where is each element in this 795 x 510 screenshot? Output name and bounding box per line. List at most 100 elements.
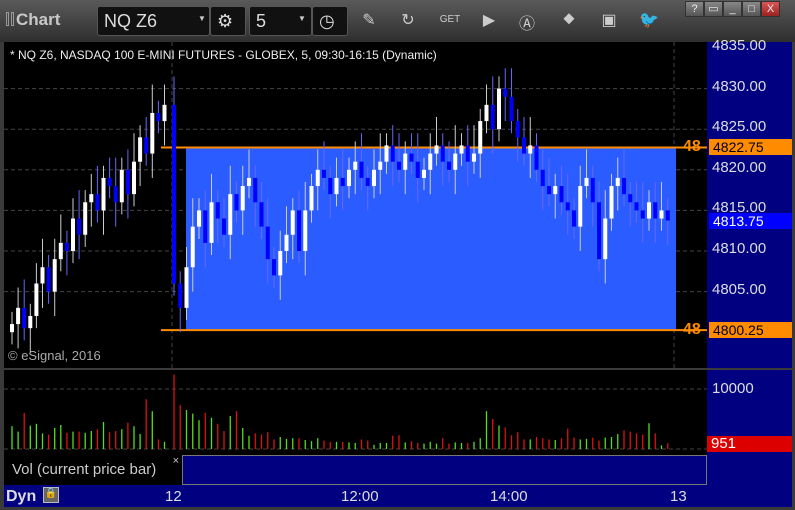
candle [465, 145, 470, 162]
candle [284, 234, 289, 251]
candle [89, 194, 94, 203]
link-icon[interactable]: ⬥ [558, 10, 580, 28]
maximize-button[interactable]: □ [742, 1, 761, 17]
level-label: 48 [683, 321, 701, 339]
chevron-down-icon[interactable]: ▼ [298, 14, 306, 23]
candle [46, 267, 51, 292]
candle [515, 121, 520, 138]
candle [447, 161, 451, 170]
twitter-icon[interactable]: 🐦 [638, 10, 660, 30]
candle [628, 194, 633, 203]
upper-level-tag: 4822.75 [709, 139, 792, 156]
symbol-input[interactable]: NQ Z6 [97, 6, 210, 36]
candle [428, 153, 433, 170]
price-tick: 4825.00 [712, 118, 767, 136]
price-chart[interactable] [4, 42, 707, 368]
candle [247, 177, 251, 187]
chevron-down-icon[interactable]: ▼ [198, 14, 206, 23]
candle [497, 88, 501, 130]
candle [534, 145, 539, 170]
candle [259, 202, 264, 227]
toolbar: Chart NQ Z6 ▼ ⚙ 5 ▼ ◷ ✎ ↻ GET ▶ Ⓐ ⬥ ▣ 🐦 … [0, 0, 795, 42]
candle [453, 153, 458, 170]
candle [83, 202, 88, 235]
candle [322, 169, 326, 178]
settings-gear-icon[interactable]: ⚙ [210, 6, 246, 36]
get-icon[interactable]: GET [439, 14, 461, 25]
price-zone [186, 147, 676, 331]
study-icon[interactable]: ↻ [397, 10, 419, 30]
candle [172, 104, 176, 284]
play-icon[interactable]: ▶ [478, 10, 500, 30]
candle [328, 177, 333, 195]
clock-icon[interactable]: ◷ [312, 6, 348, 36]
candle [222, 218, 226, 235]
candle [390, 145, 395, 162]
candle [340, 177, 345, 187]
candle [378, 161, 383, 170]
candle [334, 177, 339, 195]
close-icon[interactable]: × [173, 455, 179, 467]
volume-chart[interactable] [4, 370, 707, 455]
candle [572, 210, 576, 227]
candle [272, 259, 276, 276]
candle [125, 169, 130, 195]
candle [565, 202, 570, 211]
candle [290, 210, 295, 235]
candle [215, 202, 220, 219]
candle [150, 112, 155, 154]
candle [10, 324, 14, 333]
candle [52, 259, 57, 292]
close-button[interactable]: X [761, 1, 780, 17]
candle [253, 177, 258, 203]
candle [113, 186, 118, 203]
candle [584, 177, 589, 187]
minimize-button[interactable]: _ [723, 1, 742, 17]
copyright: © eSignal, 2016 [8, 348, 101, 363]
candle [640, 210, 645, 219]
lock-icon[interactable]: 🔒 [43, 487, 59, 503]
candle [353, 161, 358, 170]
candle [228, 194, 233, 235]
candle [119, 169, 124, 203]
candle [472, 153, 476, 162]
candle [16, 307, 21, 325]
candle [144, 137, 149, 154]
candle [384, 145, 389, 162]
candle [659, 210, 664, 219]
candle [34, 283, 39, 316]
candle [40, 267, 45, 284]
candle [265, 226, 270, 260]
candle [64, 242, 69, 251]
candle [365, 177, 370, 187]
price-tick: 4830.00 [712, 77, 767, 95]
candle [484, 104, 489, 122]
last-price-tag: 4813.75 [709, 212, 792, 229]
candle [440, 145, 445, 162]
candle [597, 202, 601, 260]
alert-icon[interactable]: Ⓐ [516, 10, 538, 34]
chart-header: * NQ Z6, NASDAQ 100 E-MINI FUTURES - GLO… [10, 48, 437, 62]
candle [422, 169, 426, 178]
candle [28, 315, 33, 329]
candle [653, 202, 658, 219]
candle [503, 88, 508, 97]
comment-icon[interactable]: ▣ [598, 10, 620, 30]
candle [403, 153, 408, 170]
time-tick: 12:00 [341, 488, 379, 505]
candle [297, 210, 301, 251]
pencil-icon[interactable]: ✎ [358, 10, 380, 30]
candle [58, 242, 63, 260]
candle [372, 169, 376, 187]
candle [234, 194, 239, 211]
time-tick: 13 [670, 488, 687, 505]
candle [522, 137, 526, 154]
candle [209, 202, 214, 243]
candle [559, 186, 564, 203]
restore-button[interactable]: ▭ [704, 1, 723, 17]
candle [553, 186, 558, 195]
candle [609, 186, 614, 219]
price-tick: 4810.00 [712, 240, 767, 257]
dynamic-mode-button[interactable]: Dyn [6, 488, 36, 506]
help-button[interactable]: ? [685, 1, 704, 17]
